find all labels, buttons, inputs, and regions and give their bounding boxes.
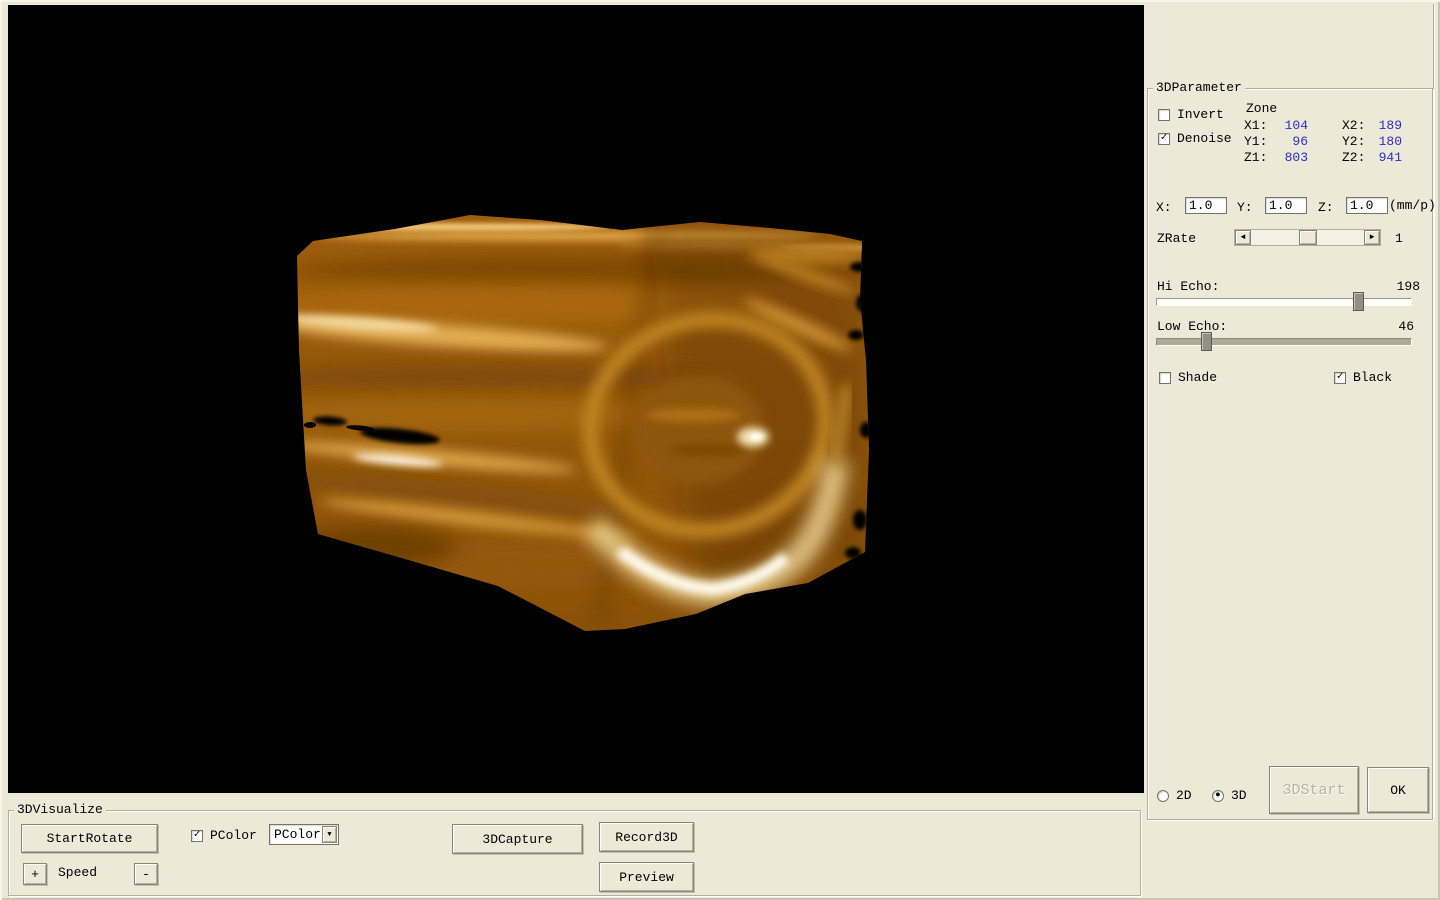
start3d-button[interactable]: 3DStart [1269,766,1359,814]
black-checkbox[interactable]: ✓ Black [1334,370,1392,385]
zone-y1-value: 96 [1272,134,1308,149]
mode-3d-radio-label: 3D [1231,788,1247,803]
denoise-checkbox-box[interactable]: ✓ [1158,133,1170,145]
zrate-right-arrow-icon[interactable]: ► [1364,230,1380,245]
zone-title: Zone [1246,101,1277,116]
invert-checkbox[interactable]: Invert [1158,107,1224,122]
ok-button[interactable]: OK [1367,767,1429,813]
pcolor-checkbox[interactable]: ✓ PColor [191,828,257,843]
shade-checkbox-box[interactable] [1159,372,1171,384]
mode-2d-radio-label: 2D [1176,788,1192,803]
chevron-down-icon[interactable]: ▼ [322,826,337,843]
zone-x1-label: X1: [1244,118,1267,133]
mode-3d-radio-circle[interactable]: ● [1212,790,1224,802]
pcolor-checkbox-label: PColor [210,828,257,843]
visualize-groupbox: 3DVisualize StartRotate ✓ PColor PColor … [8,810,1141,896]
start-rotate-button[interactable]: StartRotate [21,824,158,853]
hi-echo-value: 198 [1378,279,1420,294]
black-checkbox-label: Black [1353,370,1392,385]
mode-2d-radio[interactable]: 2D [1157,788,1192,803]
zrate-scrollbar-thumb[interactable] [1299,230,1317,245]
capture3d-button[interactable]: 3DCapture [452,824,583,854]
denoise-checkbox-label: Denoise [1177,131,1232,146]
preview-button[interactable]: Preview [599,862,694,892]
zone-z1-value: 803 [1272,150,1308,165]
shade-checkbox[interactable]: Shade [1159,370,1217,385]
low-echo-slider-track[interactable] [1156,338,1412,346]
zone-z2-value: 941 [1362,150,1402,165]
scale-y-input[interactable] [1265,197,1307,214]
zrate-scrollbar[interactable]: ◄ ► [1234,229,1381,246]
low-echo-label: Low Echo: [1157,319,1227,334]
scale-y-label: Y: [1237,200,1253,215]
record3d-button[interactable]: Record3D [599,822,694,852]
panel-edge-divider [1433,4,1435,818]
scale-x-input[interactable] [1185,197,1227,214]
pcolor-checkbox-box[interactable]: ✓ [191,830,203,842]
low-echo-slider-thumb[interactable] [1201,332,1212,351]
zrate-value: 1 [1395,231,1403,246]
hi-echo-slider-track[interactable] [1156,298,1412,306]
mode-2d-radio-circle[interactable] [1157,790,1169,802]
zone-x2-value: 189 [1362,118,1402,133]
volume-3d-render [8,5,1144,793]
black-checkbox-box[interactable]: ✓ [1334,372,1346,384]
invert-checkbox-box[interactable] [1158,109,1170,121]
visualize-groupbox-title: 3DVisualize [14,802,106,817]
zone-x1-value: 104 [1272,118,1308,133]
hi-echo-label: Hi Echo: [1157,279,1219,294]
shade-checkbox-label: Shade [1178,370,1217,385]
zone-y2-value: 180 [1362,134,1402,149]
denoise-checkbox[interactable]: ✓ Denoise [1158,131,1232,146]
parameter-groupbox-title: 3DParameter [1153,80,1245,95]
hi-echo-slider-thumb[interactable] [1353,292,1364,311]
scale-unit-label: (mm/p) [1389,198,1436,213]
scale-x-label: X: [1156,200,1172,215]
scale-z-label: Z: [1318,200,1334,215]
scale-z-input[interactable] [1346,197,1388,214]
parameter-groupbox: 3DParameter Invert ✓ Denoise Zone X1: 10… [1147,88,1433,820]
mode-3d-radio[interactable]: ● 3D [1212,788,1247,803]
low-echo-value: 46 [1378,319,1414,334]
pcolor-dropdown-value: PColor [274,827,321,842]
invert-checkbox-label: Invert [1177,107,1224,122]
zrate-label: ZRate [1157,231,1196,246]
zone-z1-label: Z1: [1244,150,1267,165]
pcolor-dropdown[interactable]: PColor ▼ [269,824,339,845]
speed-label: Speed [58,865,97,880]
zrate-left-arrow-icon[interactable]: ◄ [1235,230,1251,245]
zone-y1-label: Y1: [1244,134,1267,149]
speed-minus-button[interactable]: - [134,863,158,885]
speed-plus-button[interactable]: + [23,863,47,885]
app-window: 3DParameter Invert ✓ Denoise Zone X1: 10… [0,0,1440,900]
render-viewport[interactable] [8,5,1144,793]
